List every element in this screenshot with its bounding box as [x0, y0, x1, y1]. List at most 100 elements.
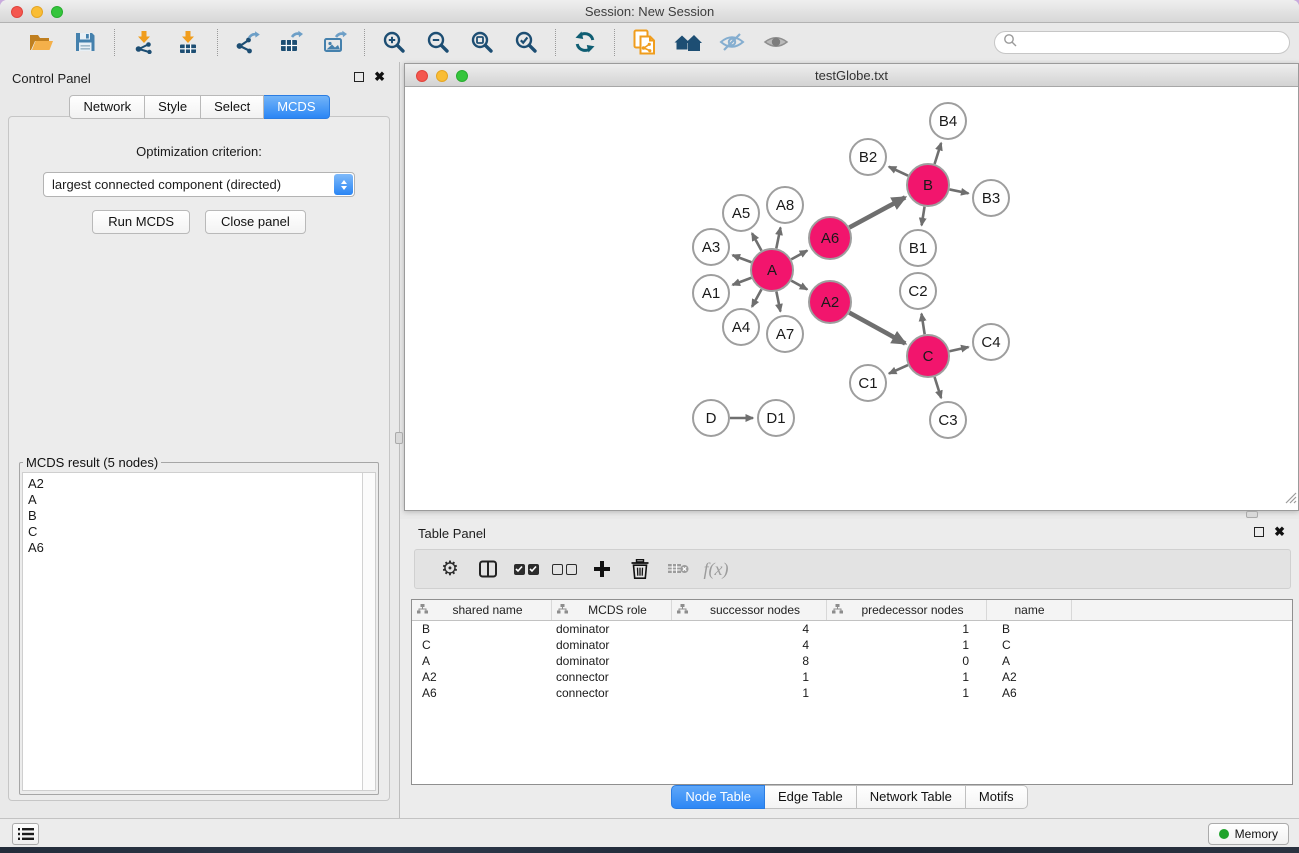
function-builder-icon[interactable]: f(x) [697, 559, 735, 580]
table-row[interactable]: Bdominator41B [412, 621, 1292, 637]
import-table-icon[interactable] [173, 28, 203, 56]
vertical-split-handle[interactable] [395, 432, 403, 444]
mcds-result-item[interactable]: B [28, 508, 375, 524]
task-list-button[interactable] [12, 823, 39, 845]
table-row[interactable]: Adominator80A [412, 653, 1292, 669]
node-A2[interactable]: A2 [809, 281, 851, 323]
float-table-panel-icon[interactable] [1254, 527, 1264, 537]
home-icon[interactable] [673, 28, 703, 56]
edge-C-C1[interactable] [889, 365, 908, 374]
column-header-name[interactable]: name [987, 600, 1072, 620]
mcds-result-item[interactable]: A2 [28, 476, 375, 492]
export-image-icon[interactable] [320, 28, 350, 56]
hide-selected-icon[interactable] [717, 28, 747, 56]
cell-predecessor_nodes[interactable]: 1 [827, 638, 987, 652]
close-panel-button[interactable]: Close panel [205, 210, 306, 234]
export-table-icon[interactable] [276, 28, 306, 56]
edge-A-A1[interactable] [733, 278, 752, 285]
edge-B-B4[interactable] [935, 143, 942, 164]
column-header-shared-name[interactable]: shared name [412, 600, 552, 620]
edge-A-A3[interactable] [733, 255, 752, 262]
node-B2[interactable]: B2 [850, 139, 886, 175]
node-A[interactable]: A [751, 249, 793, 291]
show-all-icon[interactable] [761, 28, 791, 56]
node-B4[interactable]: B4 [930, 103, 966, 139]
close-panel-icon[interactable]: ✖ [374, 72, 385, 82]
zoom-out-icon[interactable] [423, 28, 453, 56]
table-row[interactable]: Cdominator41C [412, 637, 1292, 653]
zoom-fit-icon[interactable] [467, 28, 497, 56]
cell-mcds_role[interactable]: connector [552, 686, 672, 700]
horizontal-split-handle[interactable] [1246, 511, 1258, 518]
edge-A-A6[interactable] [791, 251, 807, 260]
save-session-icon[interactable] [70, 28, 100, 56]
node-C4[interactable]: C4 [973, 324, 1009, 360]
node-B1[interactable]: B1 [900, 230, 936, 266]
edge-A-A5[interactable] [752, 233, 762, 250]
close-window-button[interactable] [11, 6, 23, 18]
cell-predecessor_nodes[interactable]: 0 [827, 654, 987, 668]
edge-A-A4[interactable] [752, 289, 762, 306]
zoom-selected-icon[interactable] [511, 28, 541, 56]
cell-successor_nodes[interactable]: 4 [672, 622, 827, 636]
run-mcds-button[interactable]: Run MCDS [92, 210, 190, 234]
float-panel-icon[interactable] [354, 72, 364, 82]
node-table[interactable]: shared nameMCDS rolesuccessor nodesprede… [411, 599, 1293, 785]
criterion-select[interactable]: largest connected component (directed) [43, 172, 355, 197]
cell-shared_name[interactable]: B [412, 622, 552, 636]
edge-A-A2[interactable] [791, 281, 807, 290]
delete-table-icon[interactable] [659, 561, 697, 577]
mcds-result-item[interactable]: A6 [28, 540, 375, 556]
export-network-icon[interactable] [232, 28, 262, 56]
cell-predecessor_nodes[interactable]: 1 [827, 670, 987, 684]
table-row[interactable]: A6connector11A6 [412, 685, 1292, 701]
memory-button[interactable]: Memory [1208, 823, 1289, 845]
cell-mcds_role[interactable]: dominator [552, 654, 672, 668]
edge-C-C2[interactable] [921, 314, 924, 335]
cell-successor_nodes[interactable]: 8 [672, 654, 827, 668]
column-header-predecessor-nodes[interactable]: predecessor nodes [827, 600, 987, 620]
edge-C-C4[interactable] [949, 347, 968, 351]
cell-name[interactable]: B [987, 622, 1072, 636]
cell-name[interactable]: A6 [987, 686, 1072, 700]
cell-predecessor_nodes[interactable]: 1 [827, 622, 987, 636]
show-columns-icon[interactable] [469, 559, 507, 579]
close-table-panel-icon[interactable]: ✖ [1274, 527, 1285, 537]
edge-B-B2[interactable] [889, 167, 908, 176]
cell-shared_name[interactable]: A2 [412, 670, 552, 684]
delete-column-icon[interactable] [621, 559, 659, 579]
open-session-icon[interactable] [26, 28, 56, 56]
edge-B-B3[interactable] [950, 189, 969, 193]
node-A7[interactable]: A7 [767, 316, 803, 352]
cell-shared_name[interactable]: C [412, 638, 552, 652]
node-C3[interactable]: C3 [930, 402, 966, 438]
minimize-network-window-button[interactable] [436, 70, 448, 82]
cell-successor_nodes[interactable]: 1 [672, 670, 827, 684]
node-D[interactable]: D [693, 400, 729, 436]
unselect-all-icon[interactable] [545, 564, 583, 575]
node-A3[interactable]: A3 [693, 229, 729, 265]
search-input[interactable] [1021, 34, 1289, 52]
table-row[interactable]: A2connector11A2 [412, 669, 1292, 685]
select-all-icon[interactable] [507, 564, 545, 575]
result-scrollbar[interactable] [362, 473, 375, 790]
tab-network[interactable]: Network [69, 95, 145, 119]
zoom-window-button[interactable] [51, 6, 63, 18]
node-D1[interactable]: D1 [758, 400, 794, 436]
tab-mcds[interactable]: MCDS [264, 95, 329, 119]
tab-style[interactable]: Style [145, 95, 201, 119]
cell-name[interactable]: A [987, 654, 1072, 668]
cell-successor_nodes[interactable]: 1 [672, 686, 827, 700]
cell-shared_name[interactable]: A [412, 654, 552, 668]
refresh-icon[interactable] [570, 28, 600, 56]
edge-A2-C[interactable] [849, 313, 905, 344]
edge-A-A8[interactable] [776, 228, 780, 249]
cell-predecessor_nodes[interactable]: 1 [827, 686, 987, 700]
node-B[interactable]: B [907, 164, 949, 206]
edge-C-C3[interactable] [935, 377, 942, 398]
cell-mcds_role[interactable]: connector [552, 670, 672, 684]
cell-successor_nodes[interactable]: 4 [672, 638, 827, 652]
edge-A-A7[interactable] [776, 292, 780, 312]
cell-name[interactable]: A2 [987, 670, 1072, 684]
cell-mcds_role[interactable]: dominator [552, 622, 672, 636]
